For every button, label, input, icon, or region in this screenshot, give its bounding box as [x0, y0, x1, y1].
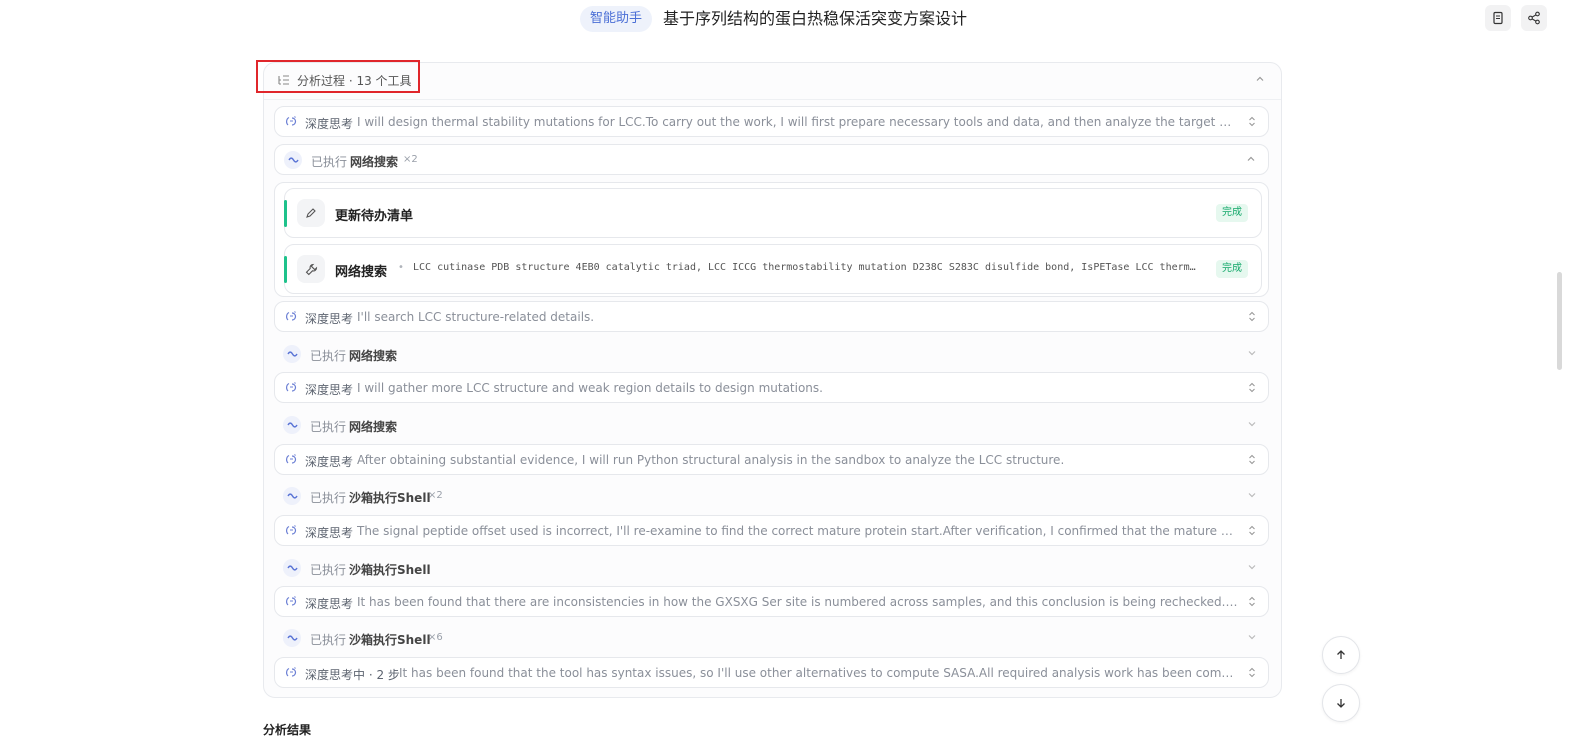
expand-toggle-icon[interactable] [1248, 596, 1256, 607]
tool-query: LCC cutinase PDB structure 4EB0 catalyti… [413, 262, 1196, 273]
thinking-step[interactable]: 深度思考 The signal peptide offset used is i… [274, 515, 1269, 546]
thinking-icon [286, 454, 297, 464]
step-tool: 网络搜索 [350, 155, 399, 169]
executed-step[interactable]: 已执行 网络搜索 [274, 339, 1269, 370]
step-text: The signal peptide offset used is incorr… [357, 524, 1238, 538]
assistant-badge[interactable]: 智能助手 [580, 6, 653, 32]
tool-logo-icon [283, 487, 301, 505]
tool-card[interactable]: 更新待办清单 完成 [284, 188, 1262, 238]
share-button[interactable] [1521, 5, 1547, 31]
status-bar [284, 200, 287, 227]
expand-toggle-icon[interactable] [1248, 116, 1256, 127]
expand-toggle-icon[interactable] [1248, 454, 1256, 465]
chevron-down-icon[interactable] [1247, 348, 1257, 358]
step-kind: 深度思考 [305, 117, 354, 131]
status-badge: 完成 [1216, 260, 1248, 278]
step-kind: 深度思考 [305, 597, 354, 611]
step-status: 已执行 [310, 491, 347, 505]
chevron-down-icon[interactable] [1247, 490, 1257, 500]
step-kind: 深度思考 [305, 383, 354, 397]
document-icon [1493, 11, 1503, 25]
top-header: 智能助手 基于序列结构的蛋白热稳保活突变方案设计 [0, 0, 1575, 38]
step-kind: 深度思考 [305, 526, 354, 540]
thinking-step[interactable]: 深度思考 I'll search LCC structure-related d… [274, 301, 1269, 332]
thinking-step[interactable]: 深度思考 After obtaining substantial evidenc… [274, 444, 1269, 475]
executed-step[interactable]: 已执行 网络搜索 [274, 410, 1269, 441]
step-tool: 网络搜索 [349, 349, 398, 363]
thinking-step[interactable]: 深度思考 I will design thermal stability mut… [274, 106, 1269, 137]
chevron-down-icon[interactable] [1247, 419, 1257, 429]
step-tool: 沙箱执行Shell [349, 491, 431, 505]
step-text: I'll search LCC structure-related detail… [357, 310, 595, 324]
result-section-title: 分析结果 [263, 723, 312, 737]
thinking-icon [286, 596, 297, 606]
tool-logo-icon [283, 559, 301, 577]
page-scrollbar[interactable] [1557, 272, 1562, 370]
thinking-step[interactable]: 深度思考 It has been found that there are in… [274, 586, 1269, 617]
step-count: ×6 [428, 632, 443, 643]
step-tool: 沙箱执行Shell [349, 633, 431, 647]
document-button[interactable] [1485, 5, 1511, 31]
tool-logo-icon [283, 345, 301, 363]
tool-logo-icon [283, 629, 301, 647]
step-status: 已执行 [310, 563, 347, 577]
step-tool: 网络搜索 [349, 420, 398, 434]
step-text: It has been found that the tool has synt… [399, 666, 1238, 680]
status-badge: 完成 [1216, 204, 1248, 222]
status-bar [284, 256, 287, 283]
scroll-up-button[interactable] [1322, 636, 1360, 674]
step-status: 已执行 [310, 420, 347, 434]
scroll-down-button[interactable] [1322, 684, 1360, 722]
step-count: ×2 [403, 154, 418, 165]
thinking-icon [286, 116, 297, 126]
tool-card[interactable]: 网络搜索 • LCC cutinase PDB structure 4EB0 c… [284, 244, 1262, 294]
thinking-icon [286, 311, 297, 321]
step-tool: 沙箱执行Shell [349, 563, 431, 577]
tool-name: 网络搜索 [335, 265, 388, 280]
chevron-down-icon[interactable] [1247, 562, 1257, 572]
thinking-step[interactable]: 深度思考中 · 2 步 It has been found that the t… [274, 657, 1269, 688]
executed-step[interactable]: 已执行 沙箱执行Shell [274, 553, 1269, 584]
step-status: 已执行 [310, 349, 347, 363]
tool-logo-icon [283, 416, 301, 434]
pencil-icon [297, 199, 325, 227]
step-text: It has been found that there are inconsi… [357, 595, 1238, 609]
share-icon [1528, 11, 1540, 25]
tool-name: 更新待办清单 [335, 209, 414, 224]
arrow-up-icon [1337, 650, 1345, 659]
tool-logo-icon [284, 151, 302, 169]
page-title: 基于序列结构的蛋白热稳保活突变方案设计 [663, 9, 968, 28]
step-status: 已执行 [310, 633, 347, 647]
expand-toggle-icon[interactable] [1248, 667, 1256, 678]
executed-step[interactable]: 已执行 沙箱执行Shell ×6 [274, 623, 1269, 654]
expand-toggle-icon[interactable] [1248, 525, 1256, 536]
step-text: After obtaining substantial evidence, I … [357, 453, 1065, 467]
step-kind: 深度思考中 · 2 步 [305, 668, 400, 682]
step-text: I will design thermal stability mutation… [357, 115, 1238, 129]
step-status: 已执行 [311, 155, 348, 169]
step-kind: 深度思考 [305, 455, 354, 469]
chevron-up-icon[interactable] [1246, 154, 1256, 164]
step-kind: 深度思考 [305, 312, 354, 326]
step-text: I will gather more LCC structure and wea… [357, 381, 823, 395]
arrow-down-icon [1337, 699, 1345, 708]
step-count: ×2 [428, 490, 443, 501]
expand-toggle-icon[interactable] [1248, 382, 1256, 393]
chevron-up-icon[interactable] [1255, 74, 1265, 84]
executed-step[interactable]: 已执行 网络搜索 ×2 [274, 144, 1269, 175]
thinking-icon [286, 382, 297, 392]
expand-toggle-icon[interactable] [1248, 311, 1256, 322]
thinking-icon [286, 525, 297, 535]
highlight-box [256, 60, 420, 93]
separator-dot: • [398, 262, 404, 273]
executed-step[interactable]: 已执行 沙箱执行Shell ×2 [274, 481, 1269, 512]
chevron-down-icon[interactable] [1247, 632, 1257, 642]
wrench-icon [297, 255, 325, 283]
thinking-icon [286, 667, 297, 677]
thinking-step[interactable]: 深度思考 I will gather more LCC structure an… [274, 372, 1269, 403]
